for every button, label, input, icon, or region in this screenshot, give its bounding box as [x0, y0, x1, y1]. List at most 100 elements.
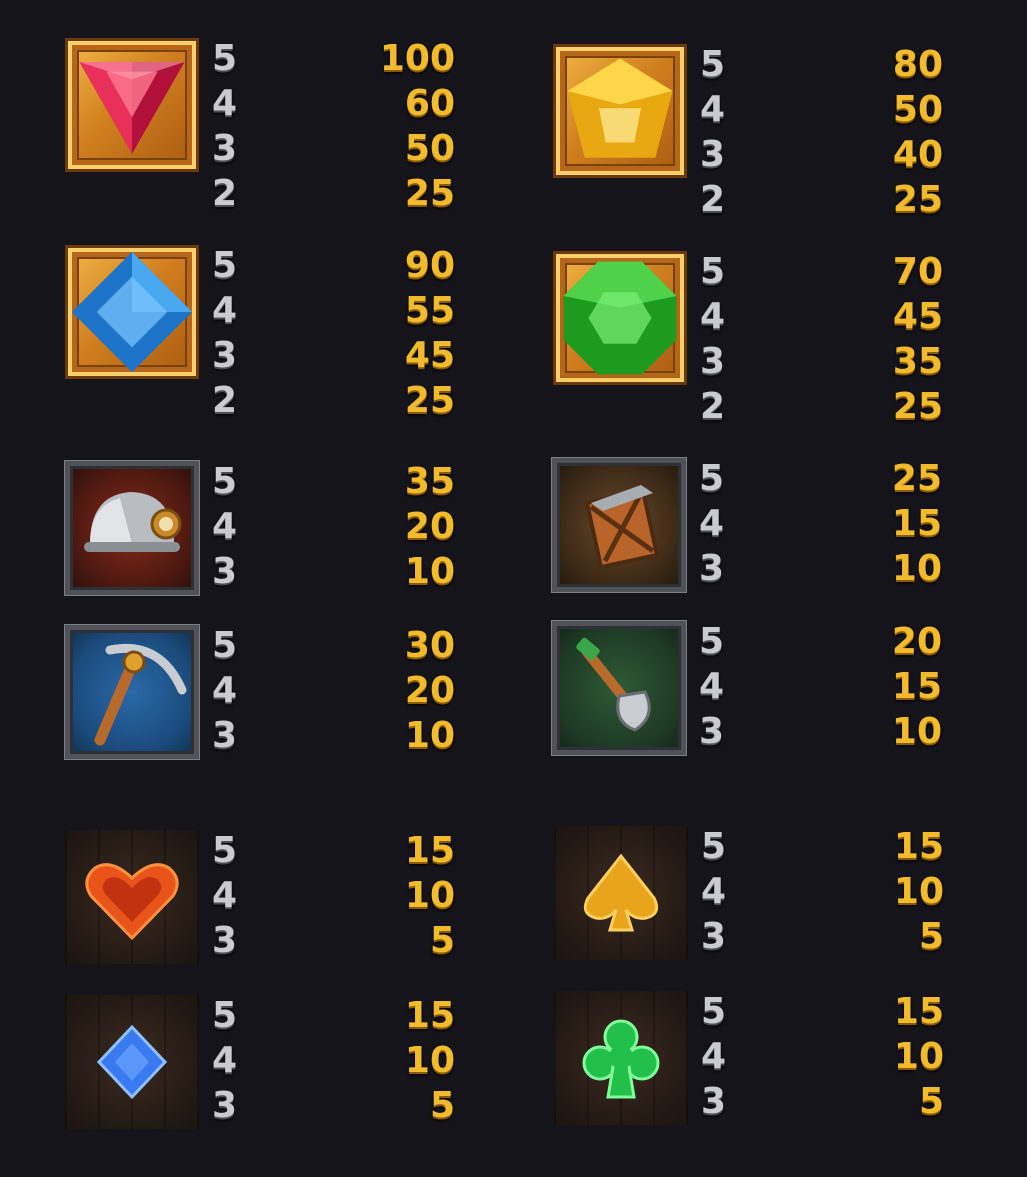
pay-column: 80 50 40 25 — [893, 42, 943, 222]
pay-5: 70 — [892, 251, 943, 292]
pay-4: 15 — [891, 503, 942, 544]
pay-5: 15 — [404, 995, 455, 1036]
paytable-entry-green-gem: 5 4 3 2 70 45 35 25 — [553, 251, 953, 427]
count-3: 3 — [699, 711, 725, 752]
pay-column: 30 20 10 — [405, 623, 455, 758]
count-5: 5 — [699, 458, 725, 499]
count-4: 4 — [212, 83, 238, 124]
count-4: 4 — [212, 875, 238, 916]
pay-3: 10 — [891, 711, 942, 752]
count-column: 5 4 3 — [212, 993, 237, 1128]
pay-3: 45 — [404, 335, 455, 376]
spade-icon — [554, 826, 688, 960]
count-5: 5 — [212, 461, 238, 502]
paytable-entry-helmet: 5 4 3 35 20 10 — [65, 461, 465, 611]
pay-4: 10 — [893, 1036, 944, 1077]
pay-4: 10 — [893, 871, 944, 912]
count-4: 4 — [701, 1036, 727, 1077]
red-triangle-gem-icon — [65, 38, 199, 172]
pickaxe-icon — [65, 625, 199, 759]
pay-column: 15 10 5 — [894, 824, 944, 959]
count-column: 5 4 3 — [212, 459, 237, 594]
pay-4: 45 — [892, 296, 943, 337]
pay-column: 25 15 10 — [892, 456, 942, 591]
pay-5: 25 — [891, 458, 942, 499]
count-2: 2 — [212, 173, 238, 214]
count-4: 4 — [700, 89, 726, 130]
green-octagon-gem-icon — [553, 251, 687, 385]
count-5: 5 — [212, 995, 238, 1036]
count-column: 5 4 3 — [701, 989, 726, 1124]
count-5: 5 — [699, 621, 725, 662]
diamond-suit-icon — [65, 995, 199, 1129]
count-5: 5 — [700, 44, 726, 85]
pay-4: 10 — [404, 875, 455, 916]
count-3: 3 — [700, 341, 726, 382]
pay-3: 10 — [404, 551, 455, 592]
pay-3: 40 — [892, 134, 943, 175]
pay-5: 15 — [893, 826, 944, 867]
lantern-icon — [552, 458, 686, 592]
pay-3: 5 — [429, 920, 455, 961]
count-5: 5 — [701, 826, 727, 867]
pay-4: 20 — [404, 506, 455, 547]
count-4: 4 — [212, 670, 238, 711]
pay-3: 5 — [918, 1081, 944, 1122]
count-4: 4 — [212, 506, 238, 547]
count-4: 4 — [701, 871, 727, 912]
paytable-entry-pickaxe: 5 4 3 30 20 10 — [65, 625, 465, 775]
count-2: 2 — [700, 386, 726, 427]
pay-column: 15 10 5 — [894, 989, 944, 1124]
pay-column: 35 20 10 — [405, 459, 455, 594]
pay-3: 5 — [918, 916, 944, 957]
paytable-entry-blue-gem: 5 4 3 2 90 55 45 25 — [65, 245, 465, 421]
count-3: 3 — [212, 1085, 238, 1126]
pay-3: 10 — [404, 715, 455, 756]
pay-5: 15 — [893, 991, 944, 1032]
pay-5: 15 — [404, 830, 455, 871]
pay-2: 25 — [404, 380, 455, 421]
count-column: 5 4 3 2 — [212, 243, 237, 423]
paytable-entry-red-gem: 5 4 3 2 100 60 50 25 — [65, 38, 465, 214]
pay-5: 20 — [891, 621, 942, 662]
count-3: 3 — [700, 134, 726, 175]
count-5: 5 — [212, 38, 238, 79]
pay-column: 70 45 35 25 — [893, 249, 943, 429]
count-column: 5 4 3 — [701, 824, 726, 959]
count-5: 5 — [212, 245, 238, 286]
count-5: 5 — [212, 625, 238, 666]
paytable-entry-club: 5 4 3 15 10 5 — [554, 991, 954, 1141]
count-column: 5 4 3 — [212, 623, 237, 758]
count-4: 4 — [699, 503, 725, 544]
pay-3: 5 — [429, 1085, 455, 1126]
paytable-entry-yellow-gem: 5 4 3 2 80 50 40 25 — [553, 44, 953, 220]
pay-5: 35 — [404, 461, 455, 502]
pay-4: 10 — [404, 1040, 455, 1081]
count-5: 5 — [701, 991, 727, 1032]
paytable-entry-spade: 5 4 3 15 10 5 — [554, 826, 954, 976]
count-3: 3 — [699, 548, 725, 589]
pay-3: 35 — [892, 341, 943, 382]
count-4: 4 — [212, 290, 238, 331]
count-column: 5 4 3 2 — [700, 249, 725, 429]
yellow-pentagon-gem-icon — [553, 44, 687, 178]
pay-2: 25 — [404, 173, 455, 214]
count-3: 3 — [701, 1081, 727, 1122]
paytable-entry-lantern: 5 4 3 25 15 10 — [552, 458, 952, 608]
pay-4: 55 — [404, 290, 455, 331]
count-3: 3 — [212, 715, 238, 756]
pay-5: 100 — [379, 38, 455, 79]
count-column: 5 4 3 2 — [212, 36, 237, 216]
count-3: 3 — [701, 916, 727, 957]
count-5: 5 — [212, 830, 238, 871]
club-icon — [554, 991, 688, 1125]
pay-2: 25 — [892, 179, 943, 220]
count-5: 5 — [700, 251, 726, 292]
pay-column: 100 60 50 25 — [380, 36, 455, 216]
blue-diamond-gem-icon — [65, 245, 199, 379]
pay-5: 30 — [404, 625, 455, 666]
paytable-entry-diamond: 5 4 3 15 10 5 — [65, 995, 465, 1145]
pay-column: 15 10 5 — [405, 993, 455, 1128]
paytable-entry-shovel: 5 4 3 20 15 10 — [552, 621, 952, 771]
pay-5: 90 — [404, 245, 455, 286]
